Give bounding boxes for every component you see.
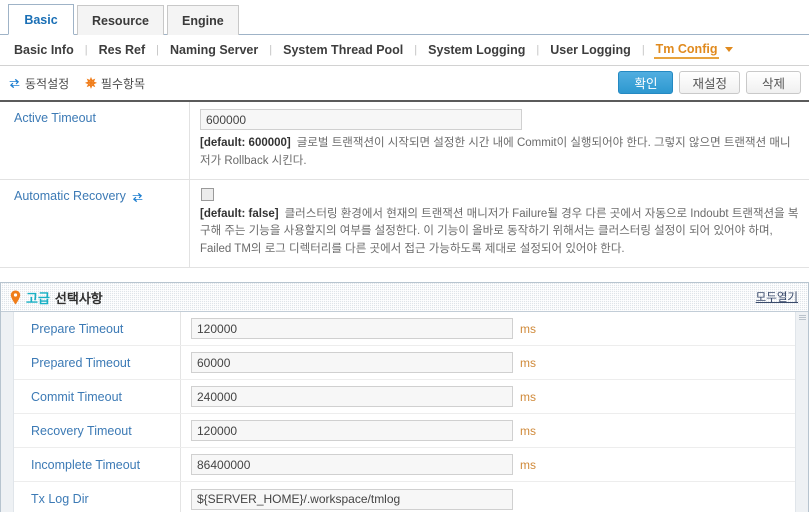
tab-basic[interactable]: Basic	[8, 4, 74, 35]
main-tab-strip: Basic Resource Engine	[0, 0, 809, 35]
unit-label-ms: ms	[520, 355, 536, 370]
asterisk-icon: ✵	[85, 74, 97, 91]
field-label-active-timeout: Active Timeout	[0, 102, 190, 179]
subnav-item-system-logging[interactable]: System Logging	[426, 43, 527, 57]
reset-button[interactable]: 재설정	[679, 71, 740, 94]
subnav-item-basic-info[interactable]: Basic Info	[12, 43, 76, 57]
advanced-row-commit-timeout: Commit Timeout ms	[14, 380, 795, 415]
legend-dynamic-setting-label: 동적설정	[25, 76, 70, 91]
subnav-separator: |	[414, 44, 418, 56]
tab-basic-label: Basic	[24, 12, 58, 27]
unit-label-ms: ms	[520, 321, 536, 336]
pin-icon	[10, 290, 21, 305]
default-value-text: [default: false]	[200, 207, 279, 220]
subnav-separator: |	[641, 44, 645, 56]
advanced-row-incomplete-timeout: Incomplete Timeout ms	[14, 448, 795, 483]
subnav-separator: |	[536, 44, 540, 56]
action-buttons: 확인 재설정 삭제	[618, 71, 801, 94]
unit-label-ms: ms	[520, 389, 536, 404]
delete-button[interactable]: 삭제	[746, 71, 801, 94]
field-body-incomplete-timeout: ms	[181, 454, 795, 476]
field-label-prepare-timeout: Prepare Timeout	[14, 312, 181, 346]
field-label-text: Active Timeout	[14, 111, 96, 125]
subnav-item-user-logging[interactable]: User Logging	[548, 43, 633, 57]
form-row-automatic-recovery: Automatic Recovery [default: false] 클러스터링…	[0, 179, 809, 269]
legend-required-field: ✵ 필수항목	[85, 75, 145, 92]
field-label-commit-timeout: Commit Timeout	[14, 380, 181, 414]
tab-resource[interactable]: Resource	[77, 5, 164, 35]
advanced-row-recovery-timeout: Recovery Timeout ms	[14, 414, 795, 449]
field-label-recovery-timeout: Recovery Timeout	[14, 414, 181, 448]
advanced-panel-body: Prepare Timeout ms Prepared Timeout ms C…	[1, 312, 808, 512]
legend-dynamic-setting: 동적설정	[8, 75, 69, 92]
form-row-active-timeout: Active Timeout [default: 600000]글로벌 트랜잭션…	[0, 102, 809, 180]
advanced-row-tx-log-dir: Tx Log Dir	[14, 482, 795, 512]
tab-resource-label: Resource	[92, 13, 149, 28]
commit-timeout-input[interactable]	[191, 386, 513, 408]
subnav-separator: |	[84, 44, 88, 56]
description-text: 클러스터링 환경에서 현재의 트랜잭션 매니저가 Failure될 경우 다른 …	[200, 207, 799, 256]
field-body-automatic-recovery: [default: false] 클러스터링 환경에서 현재의 트랜잭션 매니저가…	[190, 180, 809, 267]
field-label-incomplete-timeout: Incomplete Timeout	[14, 448, 181, 482]
sync-icon	[131, 191, 144, 204]
advanced-row-prepared-timeout: Prepared Timeout ms	[14, 346, 795, 381]
legend-required-field-label: 필수항목	[100, 76, 146, 91]
prepared-timeout-input[interactable]	[191, 352, 513, 374]
field-label-text: Automatic Recovery	[14, 188, 126, 203]
field-description-active-timeout: [default: 600000] 글로벌 트랜잭션이 시작되면 설정한 시간 내…	[200, 135, 799, 171]
legend-group: 동적설정 ✵ 필수항목	[8, 75, 145, 92]
subnav-item-naming-server[interactable]: Naming Server	[168, 43, 260, 57]
unit-label-ms: ms	[520, 423, 536, 438]
confirm-button[interactable]: 확인	[618, 71, 674, 94]
sub-navigation: Basic Info | Res Ref | Naming Server | S…	[0, 35, 809, 66]
tab-engine-label: Engine	[181, 13, 224, 28]
advanced-panel-title: 고급 선택사항	[10, 288, 103, 307]
left-gutter	[1, 312, 14, 512]
subnav-item-res-ref[interactable]: Res Ref	[97, 43, 148, 57]
prepare-timeout-input[interactable]	[191, 318, 513, 340]
subnav-item-tm-config[interactable]: Tm Config	[653, 42, 720, 59]
field-body-commit-timeout: ms	[181, 386, 795, 408]
subnav-separator: |	[269, 44, 273, 56]
field-label-prepared-timeout: Prepared Timeout	[14, 346, 181, 380]
basic-settings-form: Active Timeout [default: 600000]글로벌 트랜잭션…	[0, 100, 809, 269]
unit-label-ms: ms	[520, 457, 536, 472]
tab-engine[interactable]: Engine	[166, 5, 239, 35]
chevron-down-icon[interactable]	[725, 46, 734, 52]
advanced-title-highlight: 고급	[26, 290, 50, 306]
right-gutter	[795, 312, 808, 512]
field-description-automatic-recovery: [default: false] 클러스터링 환경에서 현재의 트랜잭션 매니저가…	[200, 206, 799, 259]
advanced-row-prepare-timeout: Prepare Timeout ms	[14, 312, 795, 347]
field-body-prepare-timeout: ms	[181, 318, 795, 340]
recovery-timeout-input[interactable]	[191, 420, 513, 442]
subnav-item-system-thread-pool[interactable]: System Thread Pool	[281, 43, 405, 57]
field-body-active-timeout: [default: 600000]글로벌 트랜잭션이 시작되면 설정한 시간 내…	[190, 102, 809, 179]
field-body-recovery-timeout: ms	[181, 420, 795, 442]
field-body-prepared-timeout: ms	[181, 352, 795, 374]
field-label-automatic-recovery: Automatic Recovery	[0, 179, 190, 268]
expand-all-link[interactable]: 모두열기	[756, 289, 798, 305]
field-body-tx-log-dir	[181, 488, 795, 510]
subnav-separator: |	[156, 44, 160, 56]
automatic-recovery-checkbox[interactable]	[201, 187, 214, 201]
tx-log-dir-input[interactable]	[191, 488, 513, 510]
advanced-rows: Prepare Timeout ms Prepared Timeout ms C…	[14, 312, 795, 512]
field-label-tx-log-dir: Tx Log Dir	[14, 482, 181, 512]
default-value-text: [default: 600000]	[200, 137, 291, 149]
advanced-options-panel: 고급 선택사항 모두열기 Prepare Timeout ms Prepared…	[0, 282, 809, 512]
active-timeout-input[interactable]	[200, 109, 522, 130]
advanced-title-rest: 선택사항	[54, 290, 103, 306]
sync-icon	[8, 77, 21, 90]
advanced-panel-header: 고급 선택사항 모두열기	[1, 283, 808, 313]
action-bar: 동적설정 ✵ 필수항목 확인 재설정 삭제	[0, 66, 809, 100]
incomplete-timeout-input[interactable]	[191, 454, 513, 476]
